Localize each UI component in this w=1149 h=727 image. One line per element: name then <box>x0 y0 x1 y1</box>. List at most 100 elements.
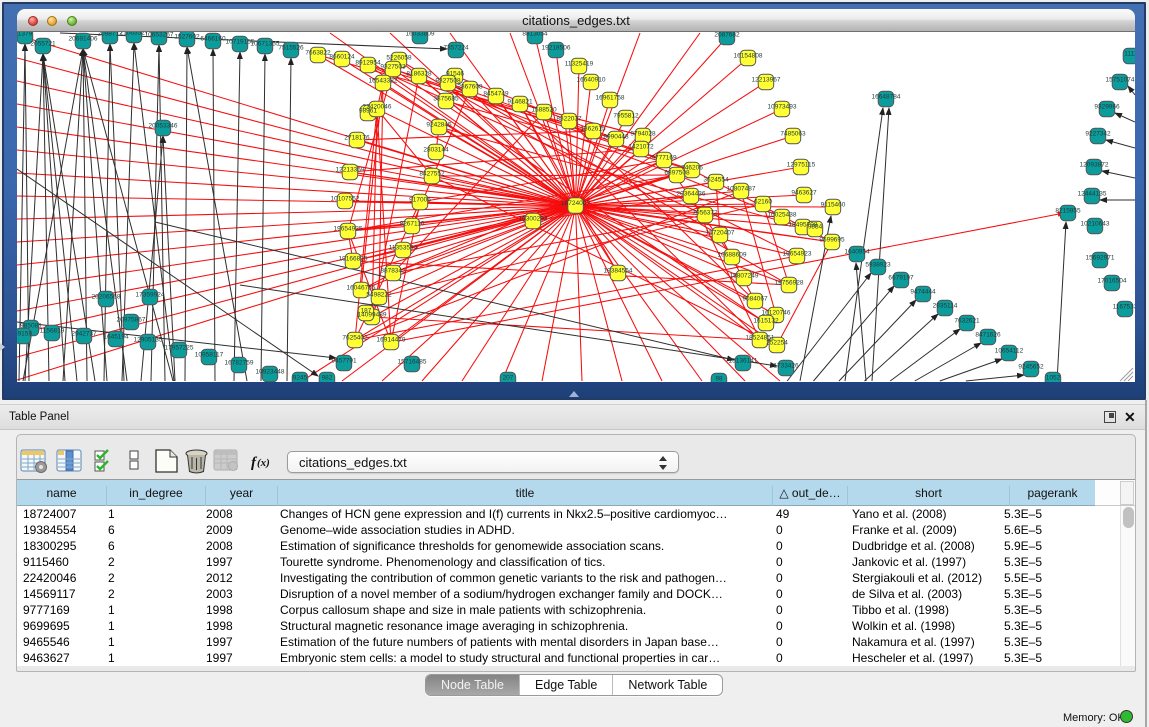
svg-text:9474444: 9474444 <box>910 289 936 296</box>
svg-text:2718176: 2718176 <box>344 135 370 142</box>
svg-text:1379: 1379 <box>18 32 33 38</box>
svg-text:207: 207 <box>503 375 514 382</box>
svg-text:15136141: 15136141 <box>729 358 758 365</box>
svg-text:7357224: 7357224 <box>443 45 469 52</box>
svg-text:1527602: 1527602 <box>174 34 200 41</box>
svg-text:10107552: 10107552 <box>331 196 360 203</box>
svg-text:16648784: 16648784 <box>872 94 901 101</box>
svg-text:1733426: 1733426 <box>773 363 799 370</box>
svg-text:6466160: 6466160 <box>200 36 226 43</box>
svg-text:(x): (x) <box>257 457 270 469</box>
svg-text:5938923: 5938923 <box>865 262 891 269</box>
svg-text:16120746: 16120746 <box>762 310 791 317</box>
svg-text:9084067: 9084067 <box>742 296 768 303</box>
svg-text:9329966: 9329966 <box>1094 104 1120 111</box>
svg-text:9227342: 9227342 <box>1085 131 1111 138</box>
svg-text:20691406: 20691406 <box>69 36 98 43</box>
svg-text:16914479: 16914479 <box>377 337 406 344</box>
svg-text:7956372: 7956372 <box>692 210 718 217</box>
svg-text:19654923: 19654923 <box>783 251 812 258</box>
svg-text:2087682: 2087682 <box>714 32 740 39</box>
svg-text:9777169: 9777169 <box>651 155 677 162</box>
svg-text:16154808: 16154808 <box>734 53 763 60</box>
svg-text:8471626: 8471626 <box>975 332 1001 339</box>
svg-text:1167533: 1167533 <box>1113 304 1135 311</box>
svg-text:17016504: 17016504 <box>1098 278 1127 285</box>
svg-text:8267110: 8267110 <box>400 221 425 228</box>
svg-text:11325419: 11325419 <box>565 61 594 68</box>
svg-text:20364436: 20364436 <box>677 191 706 198</box>
svg-text:19166825: 19166825 <box>339 256 368 263</box>
svg-text:16543382: 16543382 <box>369 78 398 85</box>
svg-text:22420046: 22420046 <box>363 104 392 111</box>
svg-text:9146821: 9146821 <box>507 99 533 106</box>
svg-text:7485063: 7485063 <box>780 131 806 138</box>
svg-text:16640910: 16640910 <box>577 77 606 84</box>
svg-text:10654112: 10654112 <box>995 348 1024 355</box>
svg-text:9463627: 9463627 <box>791 190 817 197</box>
svg-text:1156819: 1156819 <box>40 328 65 335</box>
svg-text:3624554: 3624554 <box>703 177 729 184</box>
svg-text:10973493: 10973493 <box>768 104 797 111</box>
svg-text:17957225: 17957225 <box>165 345 194 352</box>
svg-text:8322037: 8322037 <box>556 116 582 123</box>
svg-text:15716485: 15716485 <box>398 359 427 366</box>
svg-text:7663822: 7663822 <box>305 50 331 57</box>
svg-text:12213967: 12213967 <box>752 77 781 84</box>
svg-text:9457791: 9457791 <box>331 358 357 365</box>
svg-text:252254: 252254 <box>766 340 788 347</box>
svg-text:98: 98 <box>715 376 723 383</box>
svg-text:1615132: 1615132 <box>753 318 779 325</box>
svg-text:8912954: 8912954 <box>355 60 381 67</box>
svg-text:39159: 39159 <box>17 331 32 338</box>
svg-text:10671355: 10671355 <box>251 41 280 48</box>
svg-text:8990448: 8990448 <box>603 134 629 141</box>
svg-text:9245652: 9245652 <box>1018 364 1044 371</box>
svg-text:10653267: 10653267 <box>145 32 174 39</box>
svg-text:7632621: 7632621 <box>954 318 980 325</box>
svg-text:12975115: 12975115 <box>787 162 816 169</box>
svg-text:9699695: 9699695 <box>819 237 845 244</box>
svg-text:10807487: 10807487 <box>727 186 756 193</box>
svg-text:18807249: 18807249 <box>730 273 759 280</box>
svg-text:9115460: 9115460 <box>821 202 846 209</box>
svg-text:917006: 917006 <box>409 197 431 204</box>
svg-text:10210643: 10210643 <box>1081 221 1110 228</box>
svg-text:2055721: 2055721 <box>30 41 56 48</box>
svg-text:18724007: 18724007 <box>561 200 590 207</box>
svg-text:8215955: 8215955 <box>1055 208 1081 215</box>
svg-text:16782759: 16782759 <box>225 360 254 367</box>
svg-text:11353594: 11353594 <box>389 245 418 252</box>
svg-text:1645194: 1645194 <box>103 334 129 341</box>
svg-text:19384554: 19384554 <box>604 268 633 275</box>
svg-text:15300293: 15300293 <box>519 216 548 223</box>
svg-text:15692971: 15692971 <box>1086 255 1115 262</box>
svg-text:16046755: 16046755 <box>347 285 376 292</box>
svg-text:8427552: 8427552 <box>419 171 445 178</box>
svg-text:16033809: 16033809 <box>406 32 435 38</box>
svg-text:10025438: 10025438 <box>768 212 797 219</box>
svg-text:19654925: 19654925 <box>334 226 363 233</box>
svg-text:5498222: 5498222 <box>366 292 392 299</box>
svg-text:8660124: 8660124 <box>329 54 355 61</box>
svg-text:17359924: 17359924 <box>136 292 165 299</box>
svg-text:91546: 91546 <box>446 71 464 78</box>
svg-text:20975867: 20975867 <box>117 317 146 324</box>
svg-text:9884: 9884 <box>808 224 823 231</box>
svg-text:8813054: 8813054 <box>522 32 548 38</box>
svg-text:12905135: 12905135 <box>134 337 163 344</box>
svg-text:2942737: 2942737 <box>71 331 97 338</box>
svg-text:8186328: 8186328 <box>406 71 432 78</box>
svg-text:7955812: 7955812 <box>613 113 639 120</box>
svg-text:187: 187 <box>361 308 372 315</box>
svg-text:1362615: 1362615 <box>580 126 606 133</box>
svg-text:5226058: 5226058 <box>386 55 412 62</box>
svg-text:2803144: 2803144 <box>423 147 449 154</box>
svg-text:1052: 1052 <box>1046 375 1061 382</box>
svg-text:20206568: 20206568 <box>92 294 121 301</box>
svg-text:15720407: 15720407 <box>706 230 735 237</box>
svg-text:1588520: 1588520 <box>531 107 557 114</box>
svg-text:20053346: 20053346 <box>149 123 178 130</box>
svg-text:9245: 9245 <box>293 375 308 382</box>
svg-text:6897508: 6897508 <box>664 170 690 177</box>
